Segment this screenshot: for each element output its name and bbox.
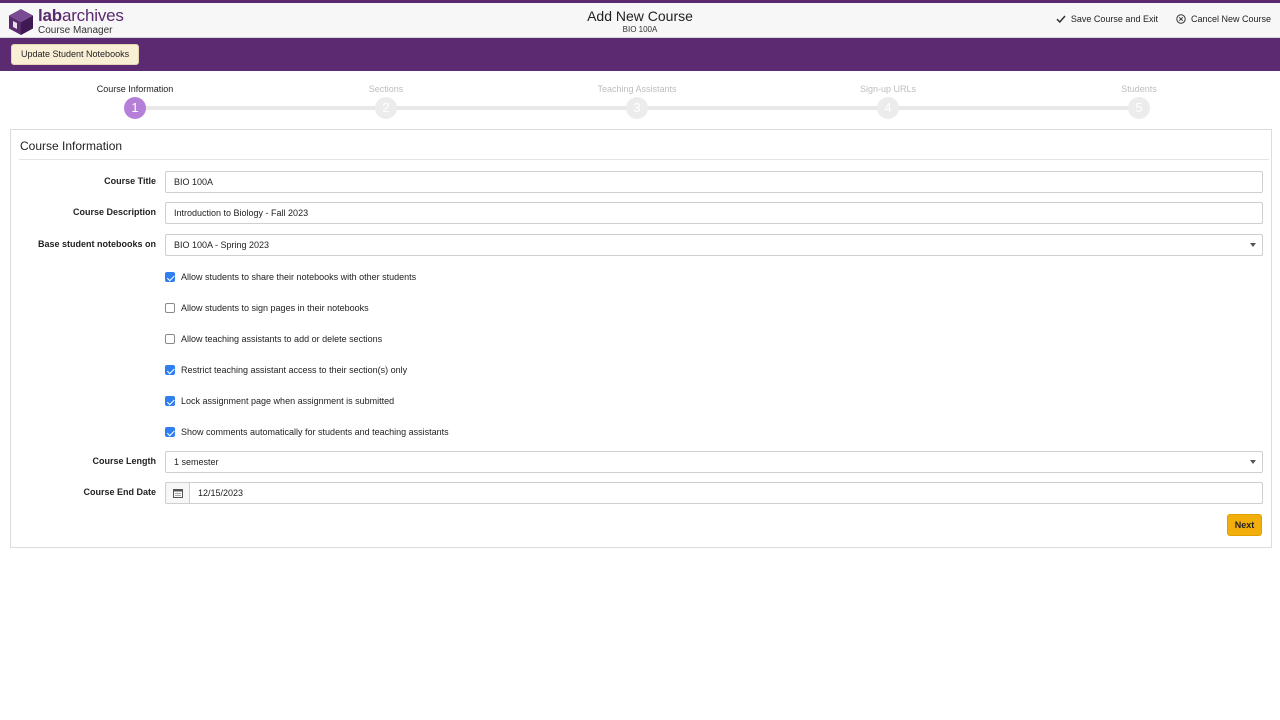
- step-students[interactable]: Students 5: [1069, 80, 1209, 119]
- step-sign-up-urls[interactable]: Sign-up URLs 4: [818, 80, 958, 119]
- checkbox-sign-pages[interactable]: Allow students to sign pages in their no…: [165, 301, 369, 315]
- panel-header: Course Information: [19, 130, 1269, 160]
- course-length-label: Course Length: [92, 456, 156, 466]
- next-button[interactable]: Next: [1227, 514, 1262, 536]
- base-notebooks-value: BIO 100A - Spring 2023: [174, 240, 270, 250]
- step-number: 3: [626, 97, 648, 119]
- step-number: 1: [124, 97, 146, 119]
- checkbox-checked[interactable]: [165, 272, 175, 282]
- calendar-icon: [173, 489, 183, 498]
- checkbox-label: Lock assignment page when assignment is …: [181, 396, 395, 406]
- checkbox-label: Allow students to sign pages in their no…: [181, 303, 369, 313]
- step-number: 2: [375, 97, 397, 119]
- circle-x-icon: [1176, 14, 1186, 24]
- checkbox-show-comments[interactable]: Show comments automatically for students…: [165, 425, 449, 439]
- checkbox-checked[interactable]: [165, 365, 175, 375]
- step-sections[interactable]: Sections 2: [316, 80, 456, 119]
- step-teaching-assistants[interactable]: Teaching Assistants 3: [567, 80, 707, 119]
- date-picker-button[interactable]: [165, 482, 190, 504]
- checkbox-checked[interactable]: [165, 427, 175, 437]
- caret-down-icon: [1250, 460, 1256, 464]
- course-information-panel: Course Information Course Title BIO 100A…: [10, 129, 1272, 548]
- course-description-row: Course Description Introduction to Biolo…: [11, 202, 1273, 224]
- cancel-new-course-label: Cancel New Course: [1190, 14, 1271, 24]
- course-length-row: Course Length 1 semester: [11, 451, 1273, 473]
- checkbox-label: Allow students to share their notebooks …: [181, 272, 417, 282]
- step-label: Teaching Assistants: [597, 84, 677, 94]
- step-course-information[interactable]: Course Information 1: [65, 80, 205, 119]
- top-actions: Save Course and Exit Cancel New Course: [1056, 14, 1271, 24]
- checkbox-share-notebooks[interactable]: Allow students to share their notebooks …: [165, 270, 416, 284]
- course-end-date-row: Course End Date 12/15/2023: [11, 482, 1273, 504]
- save-course-exit-button[interactable]: Save Course and Exit: [1056, 14, 1158, 24]
- checkbox-unchecked[interactable]: [165, 334, 175, 344]
- step-number: 4: [877, 97, 899, 119]
- base-notebooks-select[interactable]: BIO 100A - Spring 2023: [165, 234, 1263, 256]
- step-number: 5: [1128, 97, 1150, 119]
- top-bar: labarchives Course Manager Add New Cours…: [0, 0, 1280, 38]
- course-title-label: Course Title: [104, 176, 156, 186]
- step-label: Students: [1121, 84, 1157, 94]
- base-notebooks-label: Base student notebooks on: [37, 239, 156, 249]
- checkbox-lock-assignment-page[interactable]: Lock assignment page when assignment is …: [165, 394, 394, 408]
- base-notebooks-row: Base student notebooks on BIO 100A - Spr…: [11, 234, 1273, 256]
- course-description-label: Course Description: [72, 207, 156, 217]
- checkbox-restrict-ta-access[interactable]: Restrict teaching assistant access to th…: [165, 363, 407, 377]
- course-title-row: Course Title BIO 100A: [11, 171, 1273, 193]
- checkbox-label: Show comments automatically for students…: [181, 427, 449, 437]
- course-toolbar: Update Student Notebooks: [0, 38, 1280, 71]
- course-length-select[interactable]: 1 semester: [165, 451, 1263, 473]
- course-length-value: 1 semester: [174, 457, 219, 467]
- checkbox-unchecked[interactable]: [165, 303, 175, 313]
- save-course-exit-label: Save Course and Exit: [1070, 14, 1158, 24]
- checkbox-label: Restrict teaching assistant access to th…: [181, 365, 408, 375]
- course-end-date-input[interactable]: 12/15/2023: [189, 482, 1263, 504]
- checkbox-ta-add-delete-sections[interactable]: Allow teaching assistants to add or dele…: [165, 332, 382, 346]
- cancel-new-course-button[interactable]: Cancel New Course: [1176, 14, 1271, 24]
- step-label: Sections: [368, 84, 404, 94]
- step-label: Course Information: [96, 84, 174, 94]
- course-end-date-label: Course End Date: [83, 487, 156, 497]
- course-description-input[interactable]: Introduction to Biology - Fall 2023: [165, 202, 1263, 224]
- checkbox-label: Allow teaching assistants to add or dele…: [181, 334, 383, 344]
- page-subtitle-course-code: BIO 100A: [622, 25, 658, 34]
- caret-down-icon: [1250, 243, 1256, 247]
- step-label: Sign-up URLs: [859, 84, 917, 94]
- course-title-input[interactable]: BIO 100A: [165, 171, 1263, 193]
- wizard-stepper: Course Information 1 Sections 2 Teaching…: [0, 80, 1280, 122]
- check-icon: [1056, 15, 1066, 24]
- panel-title: Course Information: [20, 139, 123, 153]
- checkbox-checked[interactable]: [165, 396, 175, 406]
- update-student-notebooks-button[interactable]: Update Student Notebooks: [11, 44, 140, 65]
